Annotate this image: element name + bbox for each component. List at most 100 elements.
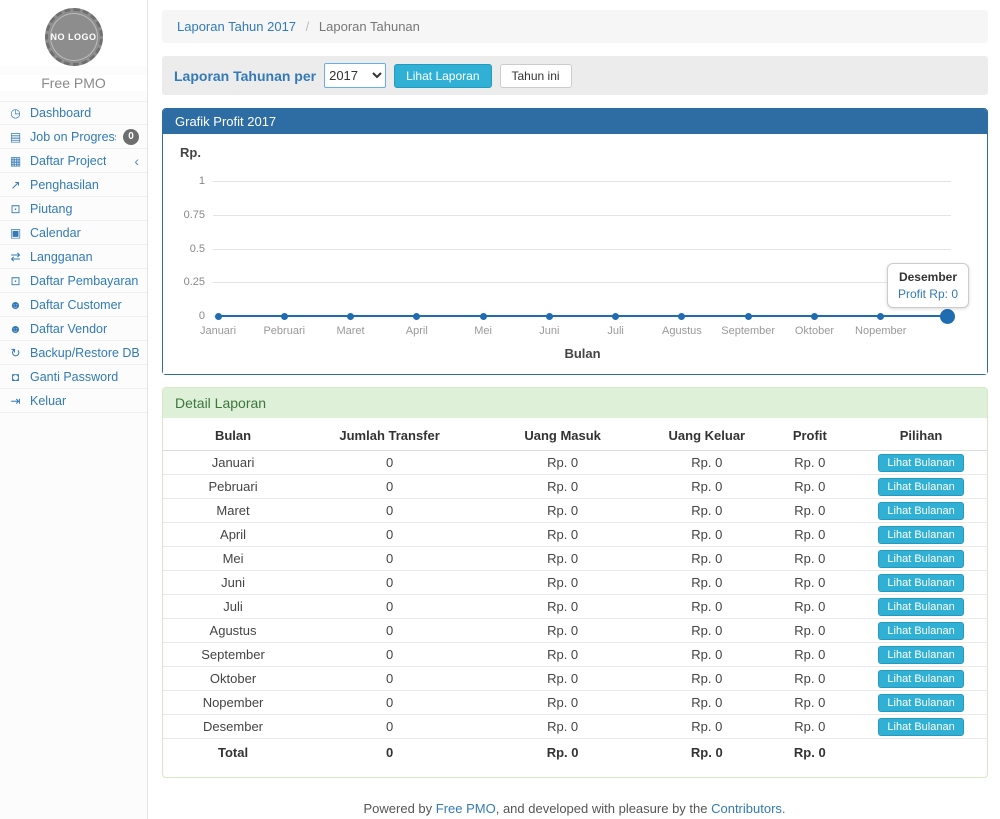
sidebar-item-dashboard[interactable]: ◷ Dashboard bbox=[0, 101, 147, 125]
view-month-button-desember[interactable]: Lihat Bulanan bbox=[878, 718, 963, 736]
profit-line bbox=[417, 315, 483, 317]
sidebar-item-backup-restore-db[interactable]: ↻ Backup/Restore DB bbox=[0, 341, 147, 365]
table-cell: Rp. 0 bbox=[649, 667, 764, 691]
view-month-button-september[interactable]: Lihat Bulanan bbox=[878, 646, 963, 664]
table-cell: Rp. 0 bbox=[649, 691, 764, 715]
no-logo-text: NO LOGO bbox=[51, 32, 97, 43]
view-report-button[interactable]: Lihat Laporan bbox=[394, 64, 491, 88]
footer-link-contributors[interactable]: Contributors. bbox=[711, 801, 785, 816]
repeat-icon: ⇄ bbox=[8, 250, 23, 264]
profit-line bbox=[682, 315, 748, 317]
year-select[interactable]: 2017 bbox=[324, 63, 386, 88]
profit-line bbox=[483, 315, 549, 317]
view-month-button-juni[interactable]: Lihat Bulanan bbox=[878, 574, 963, 592]
table-cell: Juni bbox=[163, 571, 303, 595]
users-icon: ☻ bbox=[8, 298, 23, 312]
table-cell-action: Lihat Bulanan bbox=[855, 643, 987, 667]
sidebar-item-piutang[interactable]: ⊡Piutang bbox=[0, 197, 147, 221]
data-point-agustus[interactable] bbox=[678, 313, 685, 320]
gridline bbox=[213, 282, 951, 283]
table-cell-action: Lihat Bulanan bbox=[855, 475, 987, 499]
data-point-oktober[interactable] bbox=[811, 313, 818, 320]
table-cell: Rp. 0 bbox=[765, 451, 856, 475]
table-cell: Agustus bbox=[163, 619, 303, 643]
footer-link-free-pmo[interactable]: Free PMO bbox=[436, 801, 496, 816]
table-cell: Rp. 0 bbox=[765, 715, 856, 739]
current-year-button[interactable]: Tahun ini bbox=[500, 64, 572, 88]
tooltip-value: Profit Rp: 0 bbox=[898, 287, 958, 301]
table-cell: 0 bbox=[303, 643, 476, 667]
table-cell: 0 bbox=[303, 451, 476, 475]
view-month-button-pebruari[interactable]: Lihat Bulanan bbox=[878, 478, 963, 496]
view-month-button-maret[interactable]: Lihat Bulanan bbox=[878, 502, 963, 520]
table-header-row: BulanJumlah TransferUang MasukUang Kelua… bbox=[163, 420, 987, 451]
table-cell: Rp. 0 bbox=[649, 523, 764, 547]
sidebar-item-daftar-customer[interactable]: ☻Daftar Customer bbox=[0, 293, 147, 317]
footer-text-middle: , and developed with pleasure by the bbox=[496, 801, 711, 816]
no-logo-image: NO LOGO bbox=[45, 8, 103, 66]
data-point-nopember[interactable] bbox=[877, 313, 884, 320]
sidebar-item-calendar[interactable]: ▣Calendar bbox=[0, 221, 147, 245]
column-header-uang-keluar: Uang Keluar bbox=[649, 420, 764, 451]
sidebar-item-langganan[interactable]: ⇄Langganan bbox=[0, 245, 147, 269]
sidebar-item-penghasilan[interactable]: ↗Penghasilan bbox=[0, 173, 147, 197]
data-point-januari[interactable] bbox=[215, 313, 222, 320]
sidebar-item-job-on-progress[interactable]: ▤Job on Progress0 bbox=[0, 125, 147, 149]
main-content: Laporan Tahun 2017 / Laporan Tahunan Lap… bbox=[149, 0, 1000, 778]
table-cell: Rp. 0 bbox=[765, 643, 856, 667]
y-tick-label: 0.25 bbox=[163, 276, 205, 288]
sidebar-item-ganti-password[interactable]: ◘Ganti Password bbox=[0, 365, 147, 389]
total-cell-empty bbox=[855, 739, 987, 763]
view-month-button-januari[interactable]: Lihat Bulanan bbox=[878, 454, 963, 472]
table-cell: Pebruari bbox=[163, 475, 303, 499]
data-point-september[interactable] bbox=[745, 313, 752, 320]
profit-line-chart: Rp. Desember Profit Rp: 0 00.250.50.751J… bbox=[163, 134, 987, 374]
table-cell: Rp. 0 bbox=[649, 475, 764, 499]
table-cell-action: Lihat Bulanan bbox=[855, 547, 987, 571]
view-month-button-oktober[interactable]: Lihat Bulanan bbox=[878, 670, 963, 688]
table-cell-action: Lihat Bulanan bbox=[855, 571, 987, 595]
sidebar-item-label: Dashboard bbox=[30, 106, 91, 120]
sidebar-item-keluar[interactable]: ⇥Keluar bbox=[0, 389, 147, 413]
data-point-mei[interactable] bbox=[480, 313, 487, 320]
table-row-januari: Januari0Rp. 0Rp. 0Rp. 0Lihat Bulanan bbox=[163, 451, 987, 475]
sidebar-item-daftar-project[interactable]: ▦Daftar Project‹ bbox=[0, 149, 147, 173]
data-point-april[interactable] bbox=[413, 313, 420, 320]
view-month-button-mei[interactable]: Lihat Bulanan bbox=[878, 550, 963, 568]
table-row-maret: Maret0Rp. 0Rp. 0Rp. 0Lihat Bulanan bbox=[163, 499, 987, 523]
sidebar-item-label: Backup/Restore DB bbox=[30, 346, 139, 360]
count-badge: 0 bbox=[123, 129, 139, 145]
sidebar-item-daftar-vendor[interactable]: ☻Daftar Vendor bbox=[0, 317, 147, 341]
table-row-juni: Juni0Rp. 0Rp. 0Rp. 0Lihat Bulanan bbox=[163, 571, 987, 595]
breadcrumb-link-laporan-tahun[interactable]: Laporan Tahun 2017 bbox=[177, 19, 296, 34]
view-month-button-agustus[interactable]: Lihat Bulanan bbox=[878, 622, 963, 640]
tooltip-title: Desember bbox=[898, 270, 958, 284]
dashboard-icon: ◷ bbox=[8, 106, 23, 120]
table-cell: April bbox=[163, 523, 303, 547]
brand-name: Free PMO bbox=[0, 75, 147, 91]
table-cell: Rp. 0 bbox=[765, 475, 856, 499]
data-point-juli[interactable] bbox=[612, 313, 619, 320]
footer-text-prefix: Powered by bbox=[363, 801, 435, 816]
column-header-jumlah-transfer: Jumlah Transfer bbox=[303, 420, 476, 451]
footer: Powered by Free PMO, and developed with … bbox=[0, 790, 1000, 816]
data-point-pebruari[interactable] bbox=[281, 313, 288, 320]
data-point-juni[interactable] bbox=[546, 313, 553, 320]
sidebar-item-daftar-pembayaran[interactable]: ⊡Daftar Pembayaran bbox=[0, 269, 147, 293]
view-month-button-nopember[interactable]: Lihat Bulanan bbox=[878, 694, 963, 712]
refresh-icon: ↻ bbox=[8, 346, 23, 360]
view-month-button-april[interactable]: Lihat Bulanan bbox=[878, 526, 963, 544]
sidebar-item-label: Ganti Password bbox=[30, 370, 118, 384]
profit-line bbox=[284, 315, 350, 317]
table-cell: 0 bbox=[303, 595, 476, 619]
data-point-desember[interactable] bbox=[940, 309, 955, 324]
data-point-maret[interactable] bbox=[347, 313, 354, 320]
table-cell: Rp. 0 bbox=[765, 667, 856, 691]
sidebar-item-label: Piutang bbox=[30, 202, 72, 216]
column-header-uang-masuk: Uang Masuk bbox=[476, 420, 649, 451]
view-month-button-juli[interactable]: Lihat Bulanan bbox=[878, 598, 963, 616]
money-icon: ⊡ bbox=[8, 274, 23, 288]
table-row-desember: Desember0Rp. 0Rp. 0Rp. 0Lihat Bulanan bbox=[163, 715, 987, 739]
detail-panel-title: Detail Laporan bbox=[163, 388, 987, 418]
table-cell: Rp. 0 bbox=[476, 595, 649, 619]
